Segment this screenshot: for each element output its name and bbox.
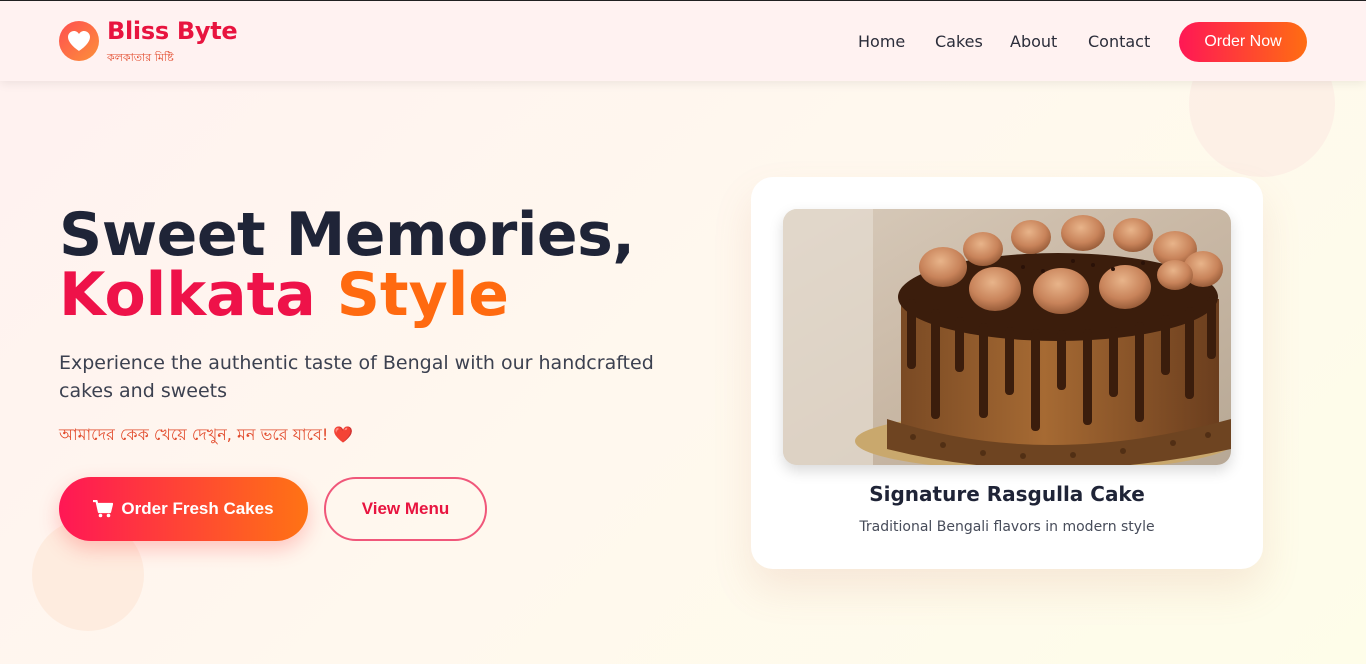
- nav-contact[interactable]: Contact: [1088, 32, 1150, 51]
- hero-subtitle: Experience the authentic taste of Bengal…: [59, 352, 654, 402]
- bengali-text: আমাদের কেক খেয়ে দেখুন, মন ভরে যাবে!: [59, 425, 329, 444]
- featured-cake-card[interactable]: Signature Rasgulla Cake Traditional Beng…: [751, 177, 1263, 569]
- heart-emoji-icon: ❤️: [333, 425, 354, 444]
- order-now-button[interactable]: Order Now: [1179, 22, 1307, 62]
- hero-title-style: Style: [336, 260, 509, 330]
- featured-cake-description: Traditional Bengali flavors in modern st…: [859, 519, 1155, 535]
- hero-title-line1: Sweet Memories,: [59, 200, 635, 270]
- site-header: Bliss Byte কলকাতার মিষ্টি Home Cakes Abo…: [0, 1, 1366, 81]
- main-nav: Home Cakes About Contact: [0, 32, 1366, 54]
- chocolate-drip-cake-image: [783, 209, 1231, 465]
- cart-icon: [93, 500, 114, 518]
- order-fresh-cakes-label: Order Fresh Cakes: [121, 499, 274, 518]
- featured-cake-title: Signature Rasgulla Cake: [869, 482, 1145, 506]
- nav-cakes[interactable]: Cakes: [935, 32, 983, 51]
- order-fresh-cakes-button[interactable]: Order Fresh Cakes: [59, 477, 308, 541]
- nav-about[interactable]: About: [1010, 32, 1057, 51]
- view-menu-button[interactable]: View Menu: [324, 477, 487, 541]
- hero-title-line2: Kolkata Style: [59, 264, 509, 326]
- nav-home[interactable]: Home: [858, 32, 905, 51]
- hero-bengali-line: আমাদের কেক খেয়ে দেখুন, মন ভরে যাবে! ❤️: [59, 422, 353, 449]
- hero-title-kolkata: Kolkata: [59, 260, 316, 330]
